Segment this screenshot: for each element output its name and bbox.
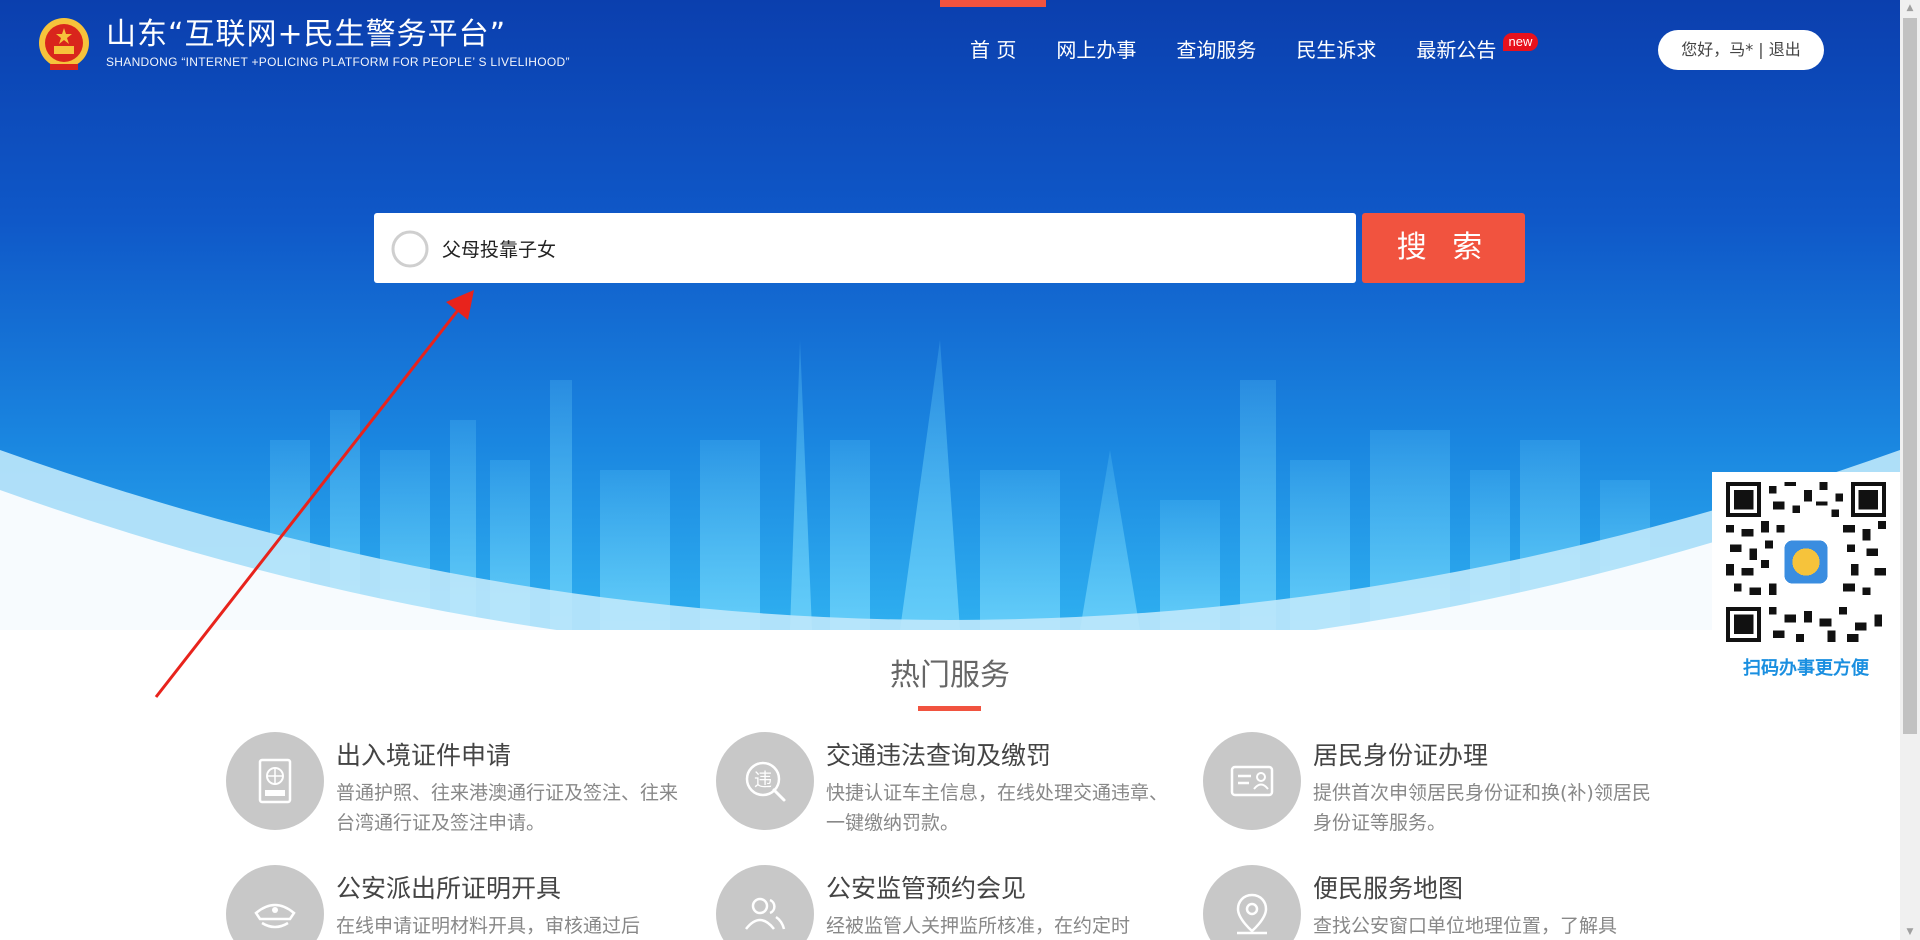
service-icon-bg bbox=[226, 732, 324, 830]
service-police-certificate[interactable]: 公安派出所证明开具 在线申请证明材料开具，审核通过后 bbox=[226, 865, 686, 940]
service-desc: 在线申请证明材料开具，审核通过后 bbox=[336, 915, 641, 937]
service-title: 居民身份证办理 bbox=[1313, 741, 1489, 770]
svg-text:违: 违 bbox=[754, 770, 772, 791]
service-title: 公安派出所证明开具 bbox=[336, 874, 562, 903]
vertical-scrollbar[interactable]: ▲ ▼ bbox=[1900, 0, 1920, 940]
service-desc: 快捷认证车主信息，在线处理交通违章、一键缴纳罚款。 bbox=[826, 782, 1169, 834]
service-detention-visit[interactable]: 公安监管预约会见 经被监管人关押监所核准，在约定时 bbox=[716, 865, 1176, 940]
service-traffic-violation[interactable]: 违 交通违法查询及缴罚 快捷认证车主信息，在线处理交通违章、一键缴纳罚款。 bbox=[716, 732, 1176, 842]
passport-icon bbox=[258, 758, 292, 804]
service-desc: 经被监管人关押监所核准，在约定时 bbox=[826, 915, 1131, 937]
service-title: 公安监管预约会见 bbox=[826, 874, 1027, 903]
services-grid: 出入境证件申请 普通护照、往来港澳通行证及签注、往来台湾通行证及签注申请。 违 … bbox=[0, 0, 1900, 940]
service-icon-bg bbox=[1203, 865, 1301, 940]
scroll-thumb[interactable] bbox=[1903, 18, 1917, 734]
map-pin-icon bbox=[1236, 893, 1268, 935]
service-desc: 提供首次申领居民身份证和换(补)领居民身份证等服务。 bbox=[1313, 782, 1651, 834]
service-icon-bg bbox=[716, 865, 814, 940]
service-desc: 普通护照、往来港澳通行证及签注、往来台湾通行证及签注申请。 bbox=[336, 782, 679, 834]
service-id-card[interactable]: 居民身份证办理 提供首次申领居民身份证和换(补)领居民身份证等服务。 bbox=[1203, 732, 1663, 842]
service-icon-bg bbox=[226, 865, 324, 940]
service-title: 便民服务地图 bbox=[1313, 874, 1464, 903]
scroll-up-icon[interactable]: ▲ bbox=[1900, 0, 1920, 16]
service-title: 交通违法查询及缴罚 bbox=[826, 741, 1052, 770]
service-convenience-map[interactable]: 便民服务地图 查找公安窗口单位地理位置，了解具 bbox=[1203, 865, 1663, 940]
service-desc: 查找公安窗口单位地理位置，了解具 bbox=[1313, 915, 1618, 937]
service-icon-bg: 违 bbox=[716, 732, 814, 830]
service-icon-bg bbox=[1203, 732, 1301, 830]
traffic-violation-icon: 违 bbox=[745, 761, 786, 802]
service-title: 出入境证件申请 bbox=[336, 741, 512, 770]
service-exit-entry[interactable]: 出入境证件申请 普通护照、往来港澳通行证及签注、往来台湾通行证及签注申请。 bbox=[226, 732, 686, 842]
id-card-icon bbox=[1230, 765, 1274, 797]
people-icon bbox=[745, 897, 786, 930]
scroll-down-icon[interactable]: ▼ bbox=[1900, 924, 1920, 940]
police-cap-icon bbox=[254, 903, 296, 929]
